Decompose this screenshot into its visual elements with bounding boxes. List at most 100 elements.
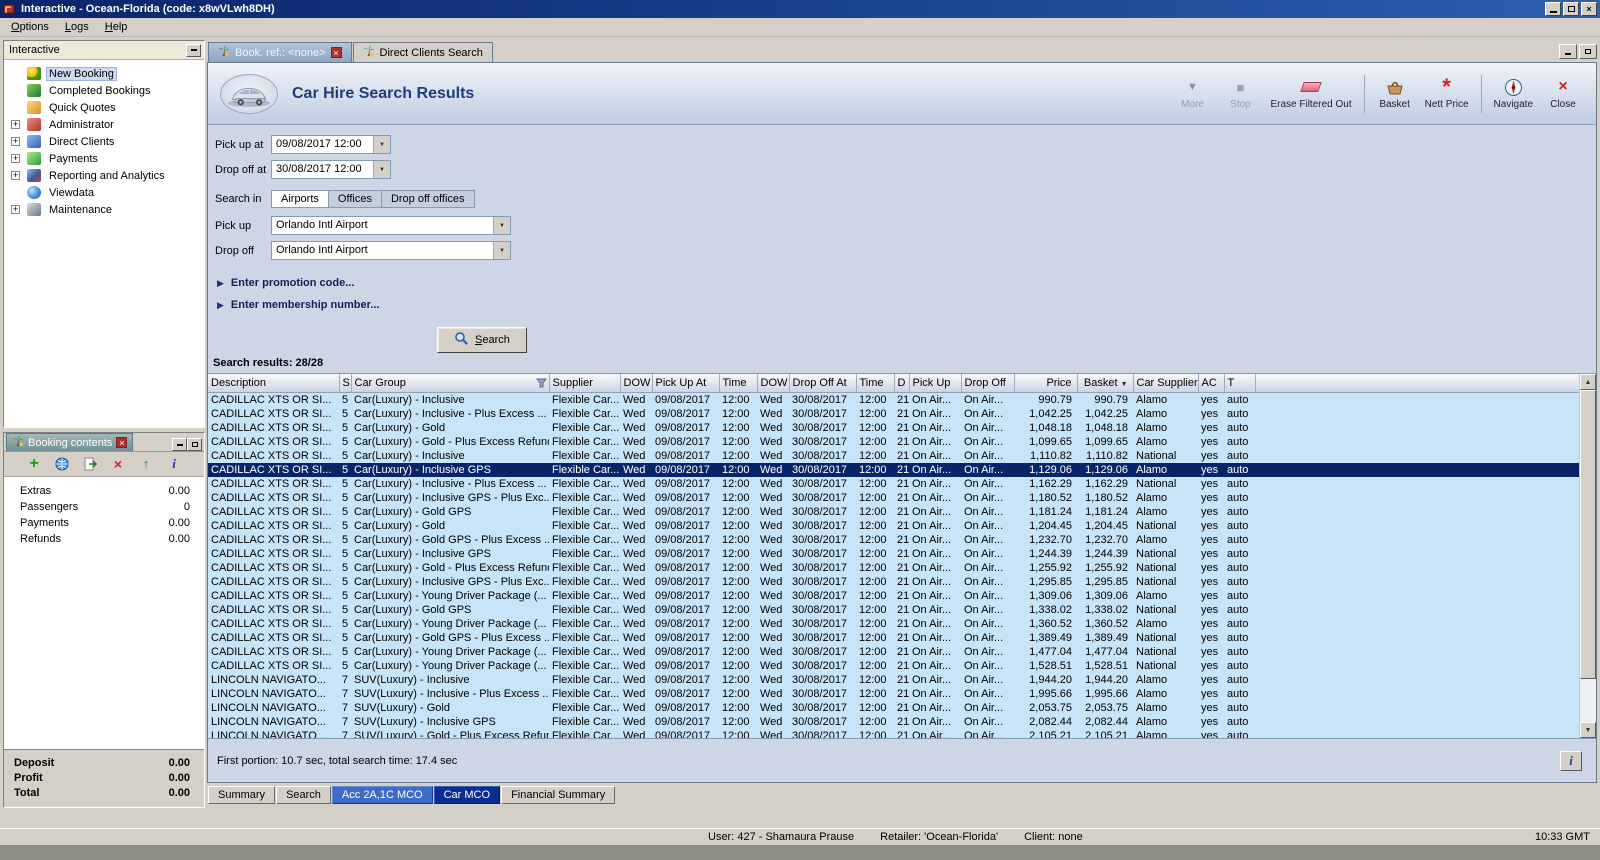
result-row-5[interactable]: CADILLAC XTS OR SI... 5 Car(Luxury) - Incl… <box>208 462 1579 477</box>
erase-filtered-out-button[interactable]: Erase Filtered Out <box>1265 75 1356 112</box>
bottom-tab-financial-summary[interactable]: Financial Summary <box>501 786 616 804</box>
result-row-16[interactable]: CADILLAC XTS OR SI... 5 Car(Luxury) - Youn… <box>208 616 1579 631</box>
sidebar-item-viewdata[interactable]: Viewdata <box>6 184 202 201</box>
booking-contents-tab[interactable]: Booking contents × <box>6 433 134 451</box>
col-header-time-6[interactable]: Time <box>719 374 758 393</box>
close-button[interactable]: × Close <box>1540 75 1586 112</box>
col-header-drop-off-12[interactable]: Drop Off <box>961 374 1015 393</box>
result-row-19[interactable]: CADILLAC XTS OR SI... 5 Car(Luxury) - Youn… <box>208 658 1579 673</box>
col-header-supplier-3[interactable]: Supplier <box>549 374 621 393</box>
result-row-17[interactable]: CADILLAC XTS OR SI... 5 Car(Luxury) - Gold… <box>208 630 1579 645</box>
dropoff-at-combo[interactable]: 30/08/2017 12:00 ▼ <box>271 160 391 179</box>
info-button[interactable]: i <box>1560 750 1582 771</box>
collapse-panel-button[interactable] <box>186 43 201 57</box>
pickup-at-combo[interactable]: 09/08/2017 12:00 ▼ <box>271 135 391 154</box>
result-row-12[interactable]: CADILLAC XTS OR SI... 5 Car(Luxury) - Gold… <box>208 560 1579 575</box>
bottom-tab-search[interactable]: Search <box>276 786 331 804</box>
globe-icon[interactable] <box>53 456 71 473</box>
result-row-3[interactable]: CADILLAC XTS OR SI... 5 Car(Luxury) - Gold… <box>208 434 1579 449</box>
delete-icon[interactable]: × <box>109 456 127 473</box>
col-header-basket-14[interactable]: Basket ▼ <box>1077 374 1134 393</box>
tab-booking-ref[interactable]: Book. ref.: <none> × <box>208 42 352 62</box>
result-row-7[interactable]: CADILLAC XTS OR SI... 5 Car(Luxury) - Incl… <box>208 490 1579 505</box>
col-header-dow-4[interactable]: DOW <box>620 374 653 393</box>
search-in-tab-dropoff-offices[interactable]: Drop off offices <box>381 190 475 208</box>
pickup-airport-combo[interactable]: Orlando Intl Airport ▼ <box>271 216 511 235</box>
result-row-11[interactable]: CADILLAC XTS OR SI... 5 Car(Luxury) - Incl… <box>208 546 1579 561</box>
expand-icon[interactable]: + <box>11 154 20 163</box>
filter-icon[interactable] <box>535 378 547 391</box>
close-booking-contents-icon[interactable]: × <box>116 437 128 448</box>
col-header-t-17[interactable]: T <box>1224 374 1256 393</box>
col-header-description-0[interactable]: Description <box>208 374 340 393</box>
expand-icon[interactable]: + <box>11 120 20 129</box>
restore-booking-panel-button[interactable] <box>187 438 202 451</box>
result-row-6[interactable]: CADILLAC XTS OR SI... 5 Car(Luxury) - Incl… <box>208 476 1579 491</box>
scroll-down-button[interactable]: ▼ <box>1580 722 1596 738</box>
close-window-button[interactable]: × <box>1581 2 1597 16</box>
col-header-d-10[interactable]: D <box>894 374 910 393</box>
col-header-pick-up-11[interactable]: Pick Up <box>909 374 962 393</box>
minimize-button[interactable] <box>1545 2 1561 16</box>
col-header-s-1[interactable]: S <box>339 374 352 393</box>
dropdown-arrow-icon[interactable]: ▼ <box>493 217 510 234</box>
dropdown-arrow-icon[interactable]: ▼ <box>373 161 390 178</box>
result-row-2[interactable]: CADILLAC XTS OR SI... 5 Car(Luxury) - Gold… <box>208 420 1579 435</box>
col-header-price-13[interactable]: Price <box>1014 374 1078 393</box>
result-row-21[interactable]: LINCOLN NAVIGATO... 7 SUV(Luxury) - Inclus… <box>208 686 1579 701</box>
result-row-18[interactable]: CADILLAC XTS OR SI... 5 Car(Luxury) - Youn… <box>208 644 1579 659</box>
export-icon[interactable] <box>81 456 99 473</box>
add-icon[interactable]: + <box>25 456 43 473</box>
result-row-9[interactable]: CADILLAC XTS OR SI... 5 Car(Luxury) - Gold… <box>208 518 1579 533</box>
result-row-13[interactable]: CADILLAC XTS OR SI... 5 Car(Luxury) - Incl… <box>208 574 1579 589</box>
membership-expander[interactable]: ▶ Enter membership number... <box>217 296 1596 314</box>
minimize-booking-panel-button[interactable] <box>172 438 187 451</box>
upload-icon[interactable]: ↑ <box>137 456 155 473</box>
scrollbar-thumb[interactable] <box>1580 390 1596 679</box>
dropdown-arrow-icon[interactable]: ▼ <box>373 136 390 153</box>
result-row-4[interactable]: CADILLAC XTS OR SI... 5 Car(Luxury) - Incl… <box>208 448 1579 463</box>
maximize-button[interactable] <box>1563 2 1579 16</box>
basket-button[interactable]: Basket <box>1372 75 1418 112</box>
expand-icon[interactable]: + <box>11 205 20 214</box>
sidebar-item-new-booking[interactable]: New Booking <box>6 65 202 82</box>
menu-item-options[interactable]: Options <box>3 19 57 35</box>
bottom-tab-summary[interactable]: Summary <box>208 786 276 804</box>
search-in-tab-airports[interactable]: Airports <box>271 190 329 208</box>
search-in-tab-offices[interactable]: Offices <box>328 190 382 208</box>
promo-code-expander[interactable]: ▶ Enter promotion code... <box>217 274 1596 292</box>
stop-button[interactable]: ■ Stop <box>1217 75 1263 112</box>
result-row-8[interactable]: CADILLAC XTS OR SI... 5 Car(Luxury) - Gold… <box>208 504 1579 519</box>
result-row-22[interactable]: LINCOLN NAVIGATO... 7 SUV(Luxury) - Gold Fl… <box>208 700 1579 715</box>
col-header-car-group-2[interactable]: Car Group <box>351 374 550 393</box>
col-header-car-supplier-15[interactable]: Car Supplier <box>1133 374 1199 393</box>
result-row-23[interactable]: LINCOLN NAVIGATO... 7 SUV(Luxury) - Inclus… <box>208 714 1579 729</box>
col-header-ac-16[interactable]: AC <box>1198 374 1225 393</box>
result-row-10[interactable]: CADILLAC XTS OR SI... 5 Car(Luxury) - Gold… <box>208 532 1579 547</box>
expand-icon[interactable]: + <box>11 137 20 146</box>
menu-item-help[interactable]: Help <box>97 19 136 35</box>
tab-direct-clients-search[interactable]: Direct Clients Search <box>352 42 493 62</box>
sidebar-item-quick-quotes[interactable]: Quick Quotes <box>6 99 202 116</box>
restore-document-button[interactable] <box>1579 44 1597 59</box>
bottom-tab-car-mco[interactable]: Car MCO <box>433 786 501 804</box>
nett-price-button[interactable]: * Nett Price <box>1420 75 1474 112</box>
result-row-20[interactable]: LINCOLN NAVIGATO... 7 SUV(Luxury) - Inclus… <box>208 672 1579 687</box>
more-button[interactable]: ▼ More <box>1169 75 1215 112</box>
scroll-up-button[interactable]: ▲ <box>1580 374 1596 390</box>
result-row-1[interactable]: CADILLAC XTS OR SI... 5 Car(Luxury) - Incl… <box>208 406 1579 421</box>
sidebar-item-direct-clients[interactable]: + Direct Clients <box>6 133 202 150</box>
dropoff-airport-combo[interactable]: Orlando Intl Airport ▼ <box>271 241 511 260</box>
sidebar-item-completed-bookings[interactable]: Completed Bookings <box>6 82 202 99</box>
minimize-document-button[interactable] <box>1559 44 1577 59</box>
sidebar-item-reporting-and-analytics[interactable]: + Reporting and Analytics <box>6 167 202 184</box>
dropdown-arrow-icon[interactable]: ▼ <box>493 242 510 259</box>
tab-close-icon[interactable]: × <box>330 47 342 58</box>
col-header-time-9[interactable]: Time <box>856 374 895 393</box>
col-header-pick-up-at-5[interactable]: Pick Up At <box>652 374 720 393</box>
navigate-button[interactable]: Navigate <box>1489 75 1538 112</box>
result-row-0[interactable]: CADILLAC XTS OR SI... 5 Car(Luxury) - Incl… <box>208 392 1579 407</box>
bottom-tab-acc-2a-1c-mco[interactable]: Acc 2A,1C MCO <box>331 786 433 804</box>
sidebar-item-administrator[interactable]: + Administrator <box>6 116 202 133</box>
col-header-dow-7[interactable]: DOW <box>757 374 790 393</box>
